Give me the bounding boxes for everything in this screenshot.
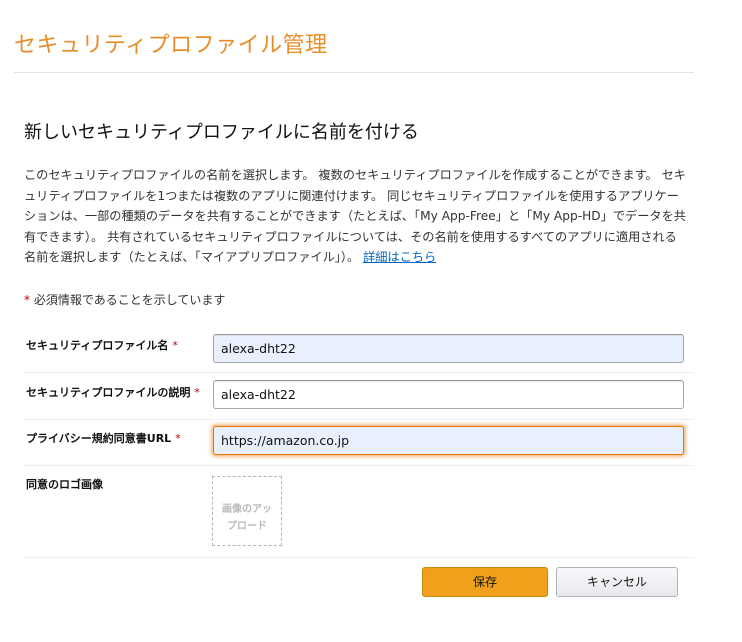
security-profile-page: セキュリティプロファイル管理 新しいセキュリティプロファイルに名前を付ける この…	[0, 0, 742, 642]
profile-description-input[interactable]	[213, 380, 684, 409]
required-note-text: 必須情報であることを示しています	[30, 293, 226, 307]
profile-name-required-star: *	[172, 339, 178, 352]
required-note: * 必須情報であることを示しています	[24, 291, 225, 308]
row-divider	[24, 372, 694, 373]
privacy-url-label: プライバシー規約同意書URL *	[26, 430, 181, 446]
profile-description-label: セキュリティプロファイルの説明 *	[26, 384, 200, 400]
page-title: セキュリティプロファイル管理	[14, 33, 328, 58]
row-divider	[24, 557, 694, 558]
cancel-button[interactable]: キャンセル	[556, 567, 678, 597]
profile-name-label: セキュリティプロファイル名 *	[26, 337, 178, 353]
profile-description-label-text: セキュリティプロファイルの説明	[26, 386, 191, 399]
privacy-url-input[interactable]	[213, 426, 684, 455]
learn-more-link[interactable]: 詳細はこちら	[363, 250, 436, 264]
profile-description-required-star: *	[194, 386, 200, 399]
consent-logo-label: 同意のロゴ画像	[26, 478, 103, 491]
section-heading: 新しいセキュリティプロファイルに名前を付ける	[24, 122, 419, 143]
privacy-url-required-star: *	[175, 432, 181, 445]
privacy-url-label-text: プライバシー規約同意書URL	[26, 432, 172, 445]
save-button[interactable]: 保存	[422, 567, 548, 597]
profile-name-input[interactable]	[213, 334, 684, 363]
logo-upload-text: 画像のアップロード	[222, 504, 272, 532]
row-divider	[24, 419, 694, 420]
description-body: このセキュリティプロファイルの名前を選択します。 複数のセキュリティプロファイル…	[24, 168, 686, 264]
profile-name-label-text: セキュリティプロファイル名	[26, 339, 169, 352]
description-text: このセキュリティプロファイルの名前を選択します。 複数のセキュリティプロファイル…	[24, 165, 686, 268]
logo-upload-box[interactable]: 画像のアップロード	[212, 476, 282, 546]
title-divider	[14, 72, 694, 73]
row-divider	[24, 465, 694, 466]
